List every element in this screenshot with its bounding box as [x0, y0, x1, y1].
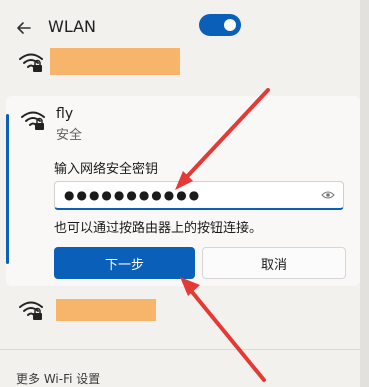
wifi-secured-icon: [19, 301, 43, 320]
password-value: ●●●●●●●●●●●: [64, 188, 202, 202]
redacted-network-name: [50, 48, 180, 75]
wlan-toggle[interactable]: [199, 14, 241, 36]
footer-divider: [0, 349, 360, 350]
wifi-secured-icon: [21, 111, 45, 130]
password-field-label: 输入网络安全密钥: [54, 162, 159, 177]
network-row-redacted-bottom[interactable]: [0, 290, 360, 330]
panel-edge: [360, 0, 369, 387]
more-wifi-settings-link[interactable]: 更多 Wi-Fi 设置: [16, 370, 100, 387]
network-row-redacted-top[interactable]: [0, 42, 360, 82]
next-button[interactable]: 下一步: [54, 247, 195, 279]
selection-accent-bar: [6, 114, 9, 264]
toggle-knob: [224, 19, 236, 31]
password-input[interactable]: ●●●●●●●●●●●: [54, 181, 344, 210]
redacted-network-name: [56, 299, 156, 321]
cancel-button[interactable]: 取消: [202, 247, 346, 279]
back-arrow-icon[interactable]: [14, 18, 34, 38]
network-status: 安全: [56, 128, 83, 143]
wifi-secured-icon: [19, 53, 43, 72]
router-button-hint: 也可以通过按路由器上的按钮连接。: [54, 221, 263, 236]
network-name: fly: [56, 106, 74, 122]
reveal-password-icon[interactable]: [321, 190, 335, 200]
page-title: WLAN: [48, 17, 97, 36]
network-card-fly: fly 安全 输入网络安全密钥 ●●●●●●●●●●● 也可以通过按路由器上的按…: [6, 96, 360, 286]
